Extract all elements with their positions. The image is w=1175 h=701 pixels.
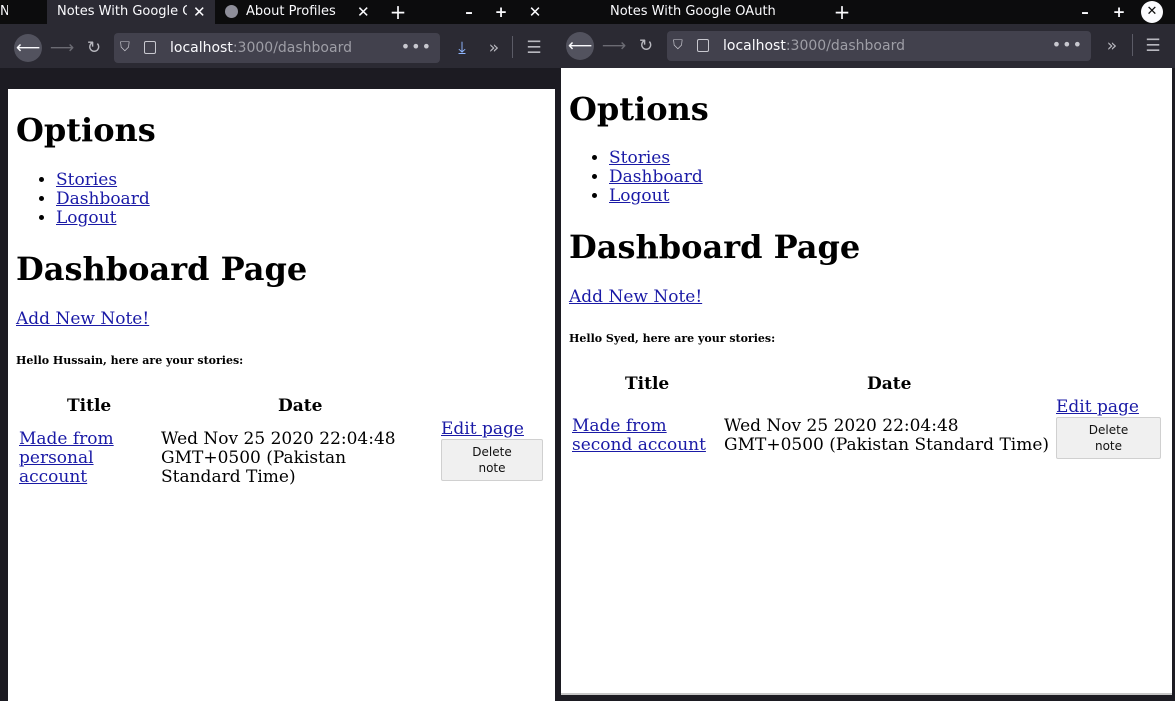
edit-page-link[interactable]: Edit page [1056, 398, 1139, 417]
minimize-button[interactable]: – [1076, 0, 1094, 24]
nav-item: Stories [609, 149, 703, 168]
close-icon[interactable]: ✕ [193, 0, 206, 24]
new-tab-button[interactable]: + [832, 0, 852, 24]
forward-arrow-icon[interactable]: ⟶ [600, 32, 628, 60]
story-date: Wed Nov 25 2020 22:04:48 GMT+0500 (Pakis… [724, 416, 1050, 455]
tab-title: Notes With Google OAuth [610, 4, 776, 19]
page-content: Options Stories Dashboard Logout Dashboa… [8, 89, 555, 701]
download-icon[interactable]: ⤓ [448, 34, 476, 62]
story-title-link[interactable]: Made from personal account [19, 430, 139, 487]
story-title-link[interactable]: Made from second account [572, 417, 712, 455]
nav-list: Stories Dashboard Logout [569, 149, 703, 206]
nav-item: Logout [609, 187, 703, 206]
browser-window-right: Notes With Google OAuth + – + ✕ ⟵ ⟶ ↻ ⛉ … [555, 0, 1175, 701]
back-arrow-icon[interactable]: ⟵ [566, 32, 594, 60]
delete-note-button[interactable]: Delete note [441, 439, 543, 481]
partial-tab[interactable]: N [0, 0, 8, 24]
nav-item: Stories [56, 171, 150, 190]
more-dots-icon[interactable]: ••• [401, 33, 432, 61]
page-icon [697, 39, 709, 52]
overflow-chevrons-icon[interactable]: » [1098, 32, 1126, 60]
shield-icon[interactable]: ⛉ [120, 33, 130, 63]
dashboard-heading: Dashboard Page [569, 228, 861, 266]
reload-icon[interactable]: ↻ [632, 32, 660, 60]
page-content: Options Stories Dashboard Logout Dashboa… [561, 68, 1172, 693]
stories-link[interactable]: Stories [609, 148, 670, 168]
maximize-button[interactable]: + [1110, 0, 1128, 24]
browser-window-left: N Notes With Google O ✕ About Profiles ✕… [0, 0, 555, 701]
nav-item: Dashboard [56, 190, 150, 209]
tab-title: About Profiles [246, 4, 336, 19]
logout-link[interactable]: Logout [56, 208, 116, 228]
tab-strip: N Notes With Google O ✕ About Profiles ✕… [0, 0, 555, 24]
tab-about-profiles[interactable]: About Profiles ✕ [215, 0, 380, 24]
story-date: Wed Nov 25 2020 22:04:48 GMT+0500 (Pakis… [161, 429, 396, 487]
column-header-date: Date [278, 396, 323, 416]
maximize-button[interactable]: + [492, 0, 510, 24]
url-bar[interactable]: ⛉ localhost:3000/dashboard ••• [114, 33, 440, 63]
shield-icon[interactable]: ⛉ [673, 31, 683, 61]
toolbar-divider [512, 36, 513, 58]
url-text: localhost:3000/dashboard [723, 38, 905, 54]
hamburger-menu-icon[interactable]: ☰ [520, 34, 548, 62]
delete-note-button[interactable]: Delete note [1056, 417, 1161, 459]
tab-notes[interactable]: Notes With Google OAuth [599, 0, 829, 24]
toolbar-divider [1132, 34, 1133, 56]
tab-title: Notes With Google O [57, 4, 187, 19]
nav-item: Logout [56, 209, 150, 228]
tab-strip: Notes With Google OAuth + – + ✕ [555, 0, 1175, 24]
page-icon [144, 41, 156, 54]
overflow-chevrons-icon[interactable]: » [480, 34, 508, 62]
nav-list: Stories Dashboard Logout [16, 171, 150, 228]
dashboard-link[interactable]: Dashboard [609, 167, 703, 187]
forward-arrow-icon[interactable]: ⟶ [48, 34, 76, 62]
add-note-link[interactable]: Add New Note! [16, 309, 149, 329]
greeting-text: Hello Hussain, here are your stories: [16, 354, 244, 367]
close-icon[interactable]: ✕ [357, 0, 370, 24]
window-border [561, 693, 1172, 695]
options-heading: Options [16, 111, 156, 149]
logout-link[interactable]: Logout [609, 186, 669, 206]
close-window-button[interactable]: ✕ [1141, 1, 1163, 23]
edit-page-link[interactable]: Edit page [441, 420, 524, 439]
navigation-toolbar: ⟵ ⟶ ↻ ⛉ localhost:3000/dashboard ••• ⤓ »… [0, 24, 555, 68]
dashboard-link[interactable]: Dashboard [56, 189, 150, 209]
minimize-button[interactable]: – [460, 0, 478, 24]
more-dots-icon[interactable]: ••• [1052, 31, 1083, 59]
url-text: localhost:3000/dashboard [170, 40, 352, 56]
reload-icon[interactable]: ↻ [80, 34, 108, 62]
column-header-title: Title [67, 396, 112, 416]
nav-item: Dashboard [609, 168, 703, 187]
close-window-button[interactable]: ✕ [526, 0, 544, 24]
hamburger-menu-icon[interactable]: ☰ [1139, 32, 1167, 60]
dashboard-heading: Dashboard Page [16, 250, 308, 288]
add-note-link[interactable]: Add New Note! [569, 287, 702, 307]
firefox-icon [225, 5, 238, 18]
column-header-date: Date [867, 374, 912, 394]
back-arrow-icon[interactable]: ⟵ [14, 34, 42, 62]
stories-link[interactable]: Stories [56, 170, 117, 190]
greeting-text: Hello Syed, here are your stories: [569, 332, 776, 345]
tab-notes[interactable]: Notes With Google O ✕ [47, 0, 215, 24]
navigation-toolbar: ⟵ ⟶ ↻ ⛉ localhost:3000/dashboard ••• » ☰ [555, 24, 1175, 68]
column-header-title: Title [625, 374, 670, 394]
options-heading: Options [569, 90, 709, 128]
url-bar[interactable]: ⛉ localhost:3000/dashboard ••• [667, 31, 1091, 61]
new-tab-button[interactable]: + [388, 0, 408, 24]
